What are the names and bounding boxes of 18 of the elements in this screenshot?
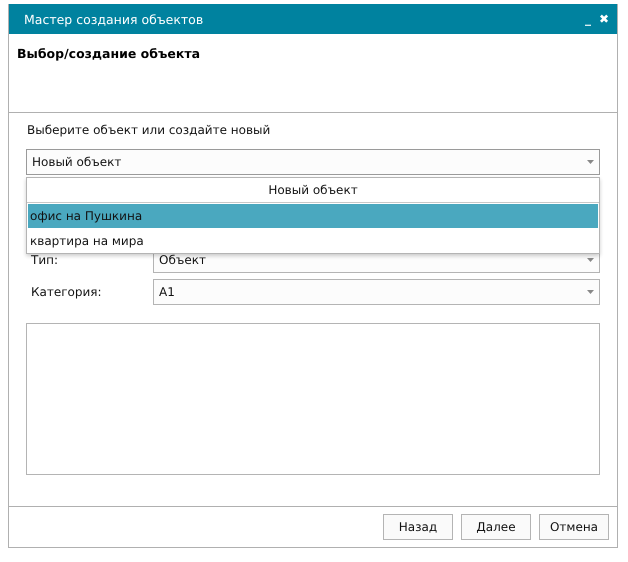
caret-icon bbox=[587, 258, 594, 262]
step-title: Выбор/создание объекта bbox=[17, 46, 200, 61]
close-button[interactable]: ✖ bbox=[598, 12, 609, 26]
dropdown-option[interactable]: офис на Пушкина bbox=[28, 204, 598, 228]
minimize-button[interactable]: _ bbox=[584, 12, 591, 26]
caret-icon bbox=[587, 160, 594, 164]
text-area[interactable] bbox=[26, 323, 600, 475]
prompt-text: Выберите объект или создайте новый bbox=[27, 123, 272, 137]
field-label: Категория: bbox=[30, 285, 103, 299]
dropdown-option[interactable]: Новый объект bbox=[27, 178, 599, 203]
caret-icon bbox=[587, 290, 594, 294]
dialog-button[interactable]: Далее bbox=[461, 514, 531, 540]
field-label: Тип: bbox=[30, 253, 60, 267]
window-title: Мастер создания объектов bbox=[24, 12, 204, 26]
object-select[interactable]: Новый объект bbox=[26, 149, 600, 175]
dialog-button[interactable]: Отмена bbox=[539, 514, 609, 540]
field-select[interactable]: A1 bbox=[153, 279, 600, 305]
dialog-button[interactable]: Назад bbox=[383, 514, 453, 540]
